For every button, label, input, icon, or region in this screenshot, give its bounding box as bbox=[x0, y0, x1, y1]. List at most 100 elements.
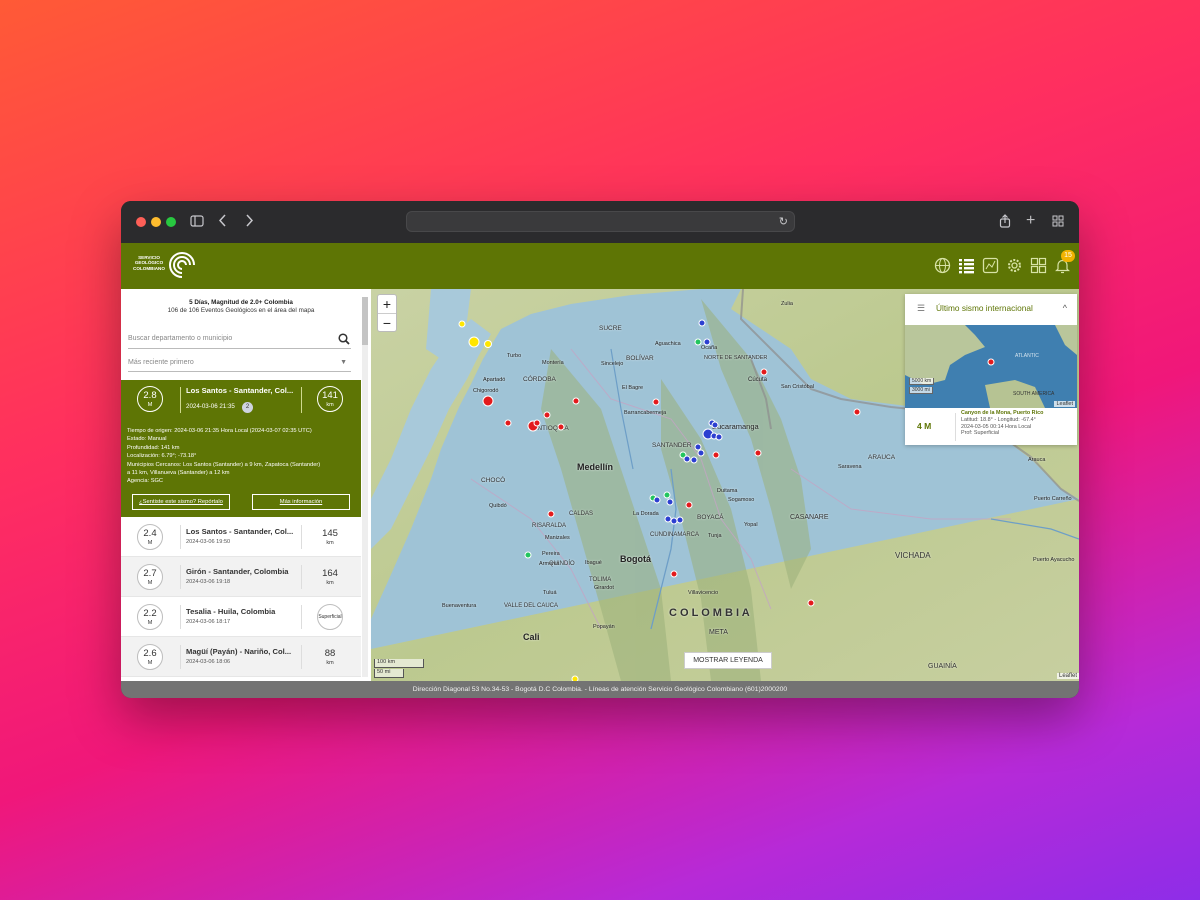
globe-icon[interactable] bbox=[934, 257, 951, 274]
earthquake-marker[interactable] bbox=[653, 496, 661, 504]
earthquake-marker[interactable] bbox=[807, 599, 815, 607]
earthquake-marker[interactable] bbox=[666, 498, 674, 506]
event-row[interactable]: 2.6 M Magüí (Payán) - Nariño, Col... 2024… bbox=[121, 637, 361, 677]
sgc-logo[interactable]: SERVICIO GEOLÓGICO COLOMBIANO bbox=[133, 249, 199, 281]
close-window-button[interactable] bbox=[136, 217, 146, 227]
earthquake-marker[interactable] bbox=[524, 551, 532, 559]
more-info-button[interactable]: Más información bbox=[252, 494, 350, 510]
magnitude-badge: 2.8 M bbox=[137, 386, 163, 412]
sidebar-icon[interactable] bbox=[190, 215, 204, 229]
inset-map-canvas: ATLANTIC SOUTH AMERICA bbox=[905, 325, 1077, 408]
earthquake-marker[interactable] bbox=[712, 451, 720, 459]
inset-attribution[interactable]: Leaflet bbox=[1054, 401, 1075, 407]
earthquake-marker[interactable] bbox=[664, 515, 672, 523]
event-date: 2024-03-06 19:50 bbox=[186, 539, 231, 545]
new-tab-icon[interactable]: + bbox=[1026, 213, 1035, 229]
depth-unit: km bbox=[326, 540, 334, 546]
event-count-badge[interactable]: 2 bbox=[242, 402, 253, 413]
event-row[interactable]: 2.4 M Los Santos - Santander, Col... 2024… bbox=[121, 517, 361, 557]
settings-icon[interactable] bbox=[1006, 257, 1023, 274]
earthquake-marker[interactable] bbox=[683, 455, 691, 463]
earthquake-marker[interactable] bbox=[685, 501, 693, 509]
event-row[interactable]: 2.2 M Tesalia - Huila, Colombia 2024-03-0… bbox=[121, 597, 361, 637]
detail-status: Estado: Manual bbox=[127, 436, 167, 443]
magnitude-value: 2.4 bbox=[143, 528, 157, 539]
earthquake-marker[interactable] bbox=[754, 449, 762, 457]
search-icon[interactable] bbox=[338, 331, 350, 351]
zoom-out-button[interactable]: − bbox=[378, 313, 396, 331]
magnitude-badge: 2.7 M bbox=[137, 564, 163, 590]
address-bar[interactable]: ↻ bbox=[406, 211, 795, 232]
grid-icon[interactable] bbox=[1030, 257, 1047, 274]
earthquake-marker[interactable] bbox=[694, 443, 702, 451]
earthquake-marker[interactable] bbox=[760, 368, 768, 376]
back-icon[interactable] bbox=[218, 214, 227, 229]
earthquake-marker[interactable] bbox=[543, 411, 551, 419]
earthquake-marker[interactable] bbox=[652, 398, 660, 406]
earthquake-marker[interactable] bbox=[853, 408, 861, 416]
divider bbox=[180, 565, 181, 589]
search-input[interactable]: Buscar departamento o municipio bbox=[128, 329, 351, 349]
map-attribution[interactable]: Leaflet bbox=[1056, 673, 1079, 679]
earthquake-marker[interactable] bbox=[690, 456, 698, 464]
earthquake-marker[interactable] bbox=[663, 491, 671, 499]
intl-panel-title: Último sismo internacional bbox=[936, 303, 1033, 313]
earthquake-marker[interactable] bbox=[697, 449, 705, 457]
divider bbox=[180, 645, 181, 669]
seismic-map[interactable]: C O L O M B I A Medellín Bogotá Cali Bucaram… bbox=[371, 289, 1079, 681]
maximize-window-button[interactable] bbox=[166, 217, 176, 227]
earthquake-marker[interactable] bbox=[715, 433, 723, 441]
intl-magnitude: 4 M bbox=[917, 421, 932, 431]
earthquake-marker[interactable] bbox=[703, 338, 711, 346]
minimize-window-button[interactable] bbox=[151, 217, 161, 227]
depth-badge: 145 km bbox=[317, 524, 343, 550]
intl-inset-map[interactable]: ATLANTIC SOUTH AMERICA 5000 km 3000 mi L… bbox=[905, 325, 1077, 408]
show-legend-button[interactable]: MOSTRAR LEYENDA bbox=[684, 652, 772, 669]
earthquake-marker[interactable] bbox=[468, 336, 480, 348]
earthquake-marker[interactable] bbox=[670, 570, 678, 578]
earthquake-marker[interactable] bbox=[711, 421, 719, 429]
earthquake-marker[interactable] bbox=[694, 338, 702, 346]
zoom-in-button[interactable]: + bbox=[378, 295, 396, 313]
scale-km: 100 km bbox=[374, 659, 424, 668]
earthquake-marker[interactable] bbox=[572, 397, 580, 405]
tab-overview-icon[interactable] bbox=[1052, 215, 1064, 229]
depth-badge: 88 km bbox=[317, 644, 343, 670]
report-felt-button[interactable]: ¿Sentiste este sismo? Repórtalo bbox=[132, 494, 230, 510]
earthquake-marker[interactable] bbox=[482, 395, 494, 407]
intl-quake-panel: ☰ Último sismo internacional ^ ATLANTIC S… bbox=[905, 294, 1077, 445]
earthquake-marker[interactable] bbox=[533, 419, 541, 427]
earthquake-marker[interactable] bbox=[698, 319, 706, 327]
forward-icon[interactable] bbox=[245, 214, 254, 229]
depth-value: 145 bbox=[322, 528, 338, 539]
earthquake-marker[interactable] bbox=[676, 516, 684, 524]
map-layers-icon[interactable] bbox=[982, 257, 999, 274]
earthquake-marker[interactable] bbox=[504, 419, 512, 427]
reload-icon[interactable]: ↻ bbox=[779, 215, 788, 228]
selected-event[interactable]: 2.8 M Los Santos - Santander, Col... 202… bbox=[121, 380, 361, 517]
share-icon[interactable] bbox=[999, 214, 1011, 230]
event-title: Girón - Santander, Colombia bbox=[186, 567, 289, 576]
earthquake-marker[interactable] bbox=[484, 340, 492, 348]
depth-badge: 164 km bbox=[317, 564, 343, 590]
earthquake-marker[interactable] bbox=[670, 517, 678, 525]
scrollbar[interactable] bbox=[362, 297, 368, 677]
event-row[interactable]: 2.7 M Girón - Santander, Colombia 2024-03… bbox=[121, 557, 361, 597]
inset-label-atlantic: ATLANTIC bbox=[1015, 353, 1039, 359]
inset-scale-km: 5000 km bbox=[909, 378, 935, 385]
depth-badge: 141 km bbox=[317, 386, 343, 412]
event-details: Tiempo de origen: 2024-03-06 21:35 Hora … bbox=[127, 427, 359, 486]
menu-icon[interactable]: ☰ bbox=[917, 294, 927, 323]
sort-select[interactable]: Más reciente primero ▼ bbox=[128, 354, 351, 372]
list-icon[interactable] bbox=[958, 257, 975, 274]
earthquake-marker[interactable] bbox=[557, 423, 565, 431]
scrollbar-thumb[interactable] bbox=[362, 297, 368, 345]
inset-label-south-america: SOUTH AMERICA bbox=[1013, 391, 1055, 397]
earthquake-marker[interactable] bbox=[458, 320, 466, 328]
notification-badge[interactable]: 15 bbox=[1061, 250, 1075, 262]
magnitude-unit: M bbox=[147, 620, 153, 626]
logo-text: SERVICIO GEOLÓGICO COLOMBIANO bbox=[133, 255, 165, 271]
intl-panel-header[interactable]: ☰ Último sismo internacional ^ bbox=[905, 294, 1077, 323]
earthquake-marker[interactable] bbox=[547, 510, 555, 518]
chevron-up-icon[interactable]: ^ bbox=[1063, 294, 1067, 323]
